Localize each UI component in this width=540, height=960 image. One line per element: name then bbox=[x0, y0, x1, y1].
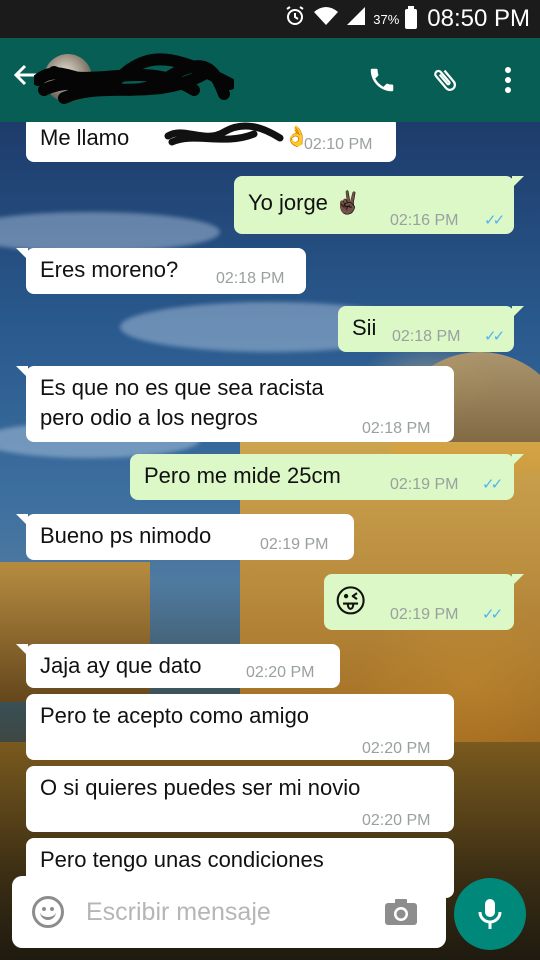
message-time: 02:18 PM bbox=[362, 420, 431, 437]
message-time: 02:19 PM bbox=[260, 536, 329, 553]
message-text: Bueno ps nimodo bbox=[40, 523, 212, 548]
signal-icon bbox=[345, 5, 367, 33]
message-text: Sii bbox=[352, 315, 377, 340]
message-outgoing[interactable]: 😜 02:19 PM ✓✓ bbox=[324, 574, 524, 630]
message-text: Pero me mide 25cm bbox=[144, 463, 341, 488]
more-options-icon[interactable] bbox=[488, 60, 528, 100]
read-receipt-icon: ✓✓ bbox=[484, 212, 505, 229]
message-incoming[interactable]: Jaja ay que dato 02:20 PM bbox=[16, 644, 340, 688]
message-incoming[interactable]: O si quieres puedes ser mi novio 02:20 P… bbox=[26, 766, 454, 832]
message-text: Pero tengo unas condiciones bbox=[40, 847, 324, 872]
clock: 08:50 PM bbox=[427, 5, 530, 32]
message-time: 02:20 PM bbox=[246, 664, 315, 681]
message-incoming[interactable]: Me llamo 👌 02:10 PM bbox=[26, 122, 396, 162]
chat-header bbox=[0, 38, 540, 122]
message-time: 02:10 PM bbox=[304, 136, 373, 153]
message-time: 02:19 PM bbox=[390, 606, 459, 623]
read-receipt-icon: ✓✓ bbox=[482, 476, 503, 493]
message-outgoing[interactable]: Yo jorge ✌🏿 02:16 PM ✓✓ bbox=[234, 176, 524, 234]
microphone-button[interactable] bbox=[454, 878, 526, 950]
message-time: 02:19 PM bbox=[390, 476, 459, 493]
read-receipt-icon: ✓✓ bbox=[484, 328, 505, 345]
wifi-icon bbox=[313, 5, 339, 33]
redaction-scribble bbox=[164, 122, 284, 146]
message-incoming[interactable]: Bueno ps nimodo 02:19 PM bbox=[16, 514, 354, 560]
message-text: O si quieres puedes ser mi novio bbox=[40, 775, 361, 800]
message-time: 02:16 PM bbox=[390, 212, 459, 229]
message-outgoing[interactable]: Pero me mide 25cm 02:19 PM ✓✓ bbox=[130, 454, 524, 500]
alarm-icon bbox=[283, 4, 307, 34]
read-receipt-icon: ✓✓ bbox=[482, 606, 503, 623]
message-time: 02:20 PM bbox=[362, 740, 431, 757]
message-incoming[interactable]: Es que no es que sea racista pero odio a… bbox=[16, 366, 454, 442]
battery-percent: 37% bbox=[373, 11, 400, 27]
redaction-scribble bbox=[34, 53, 234, 104]
message-text: Me llamo bbox=[40, 125, 130, 150]
call-icon[interactable] bbox=[362, 60, 402, 100]
attach-icon[interactable] bbox=[425, 60, 465, 100]
message-text: 😜 bbox=[334, 583, 368, 619]
message-incoming[interactable]: Pero te acepto como amigo 02:20 PM bbox=[26, 694, 454, 760]
message-input[interactable]: Escribir mensaje bbox=[86, 898, 271, 927]
microphone-icon bbox=[478, 899, 502, 929]
message-text: Es que no es que sea racista pero odio a… bbox=[40, 375, 324, 430]
message-outgoing[interactable]: Sii 02:18 PM ✓✓ bbox=[338, 306, 524, 352]
battery-icon bbox=[405, 6, 418, 29]
camera-icon[interactable] bbox=[384, 898, 418, 926]
message-incoming[interactable]: Eres moreno? 02:18 PM bbox=[16, 248, 306, 294]
message-text: Eres moreno? bbox=[40, 257, 179, 282]
message-text: Jaja ay que dato bbox=[40, 653, 202, 678]
message-time: 02:20 PM bbox=[362, 812, 431, 829]
status-bar: 37% 08:50 PM bbox=[0, 0, 540, 38]
message-text: Pero te acepto como amigo bbox=[40, 703, 310, 728]
message-time: 02:18 PM bbox=[392, 328, 461, 345]
message-text: Yo jorge ✌🏿 bbox=[248, 190, 362, 215]
message-time: 02:18 PM bbox=[216, 270, 285, 287]
chat-area[interactable]: Me llamo 👌 02:10 PM Yo jorge ✌🏿 02:16 PM… bbox=[0, 122, 540, 960]
message-composer[interactable]: Escribir mensaje bbox=[12, 876, 446, 948]
wallpaper-cloud bbox=[0, 212, 220, 252]
